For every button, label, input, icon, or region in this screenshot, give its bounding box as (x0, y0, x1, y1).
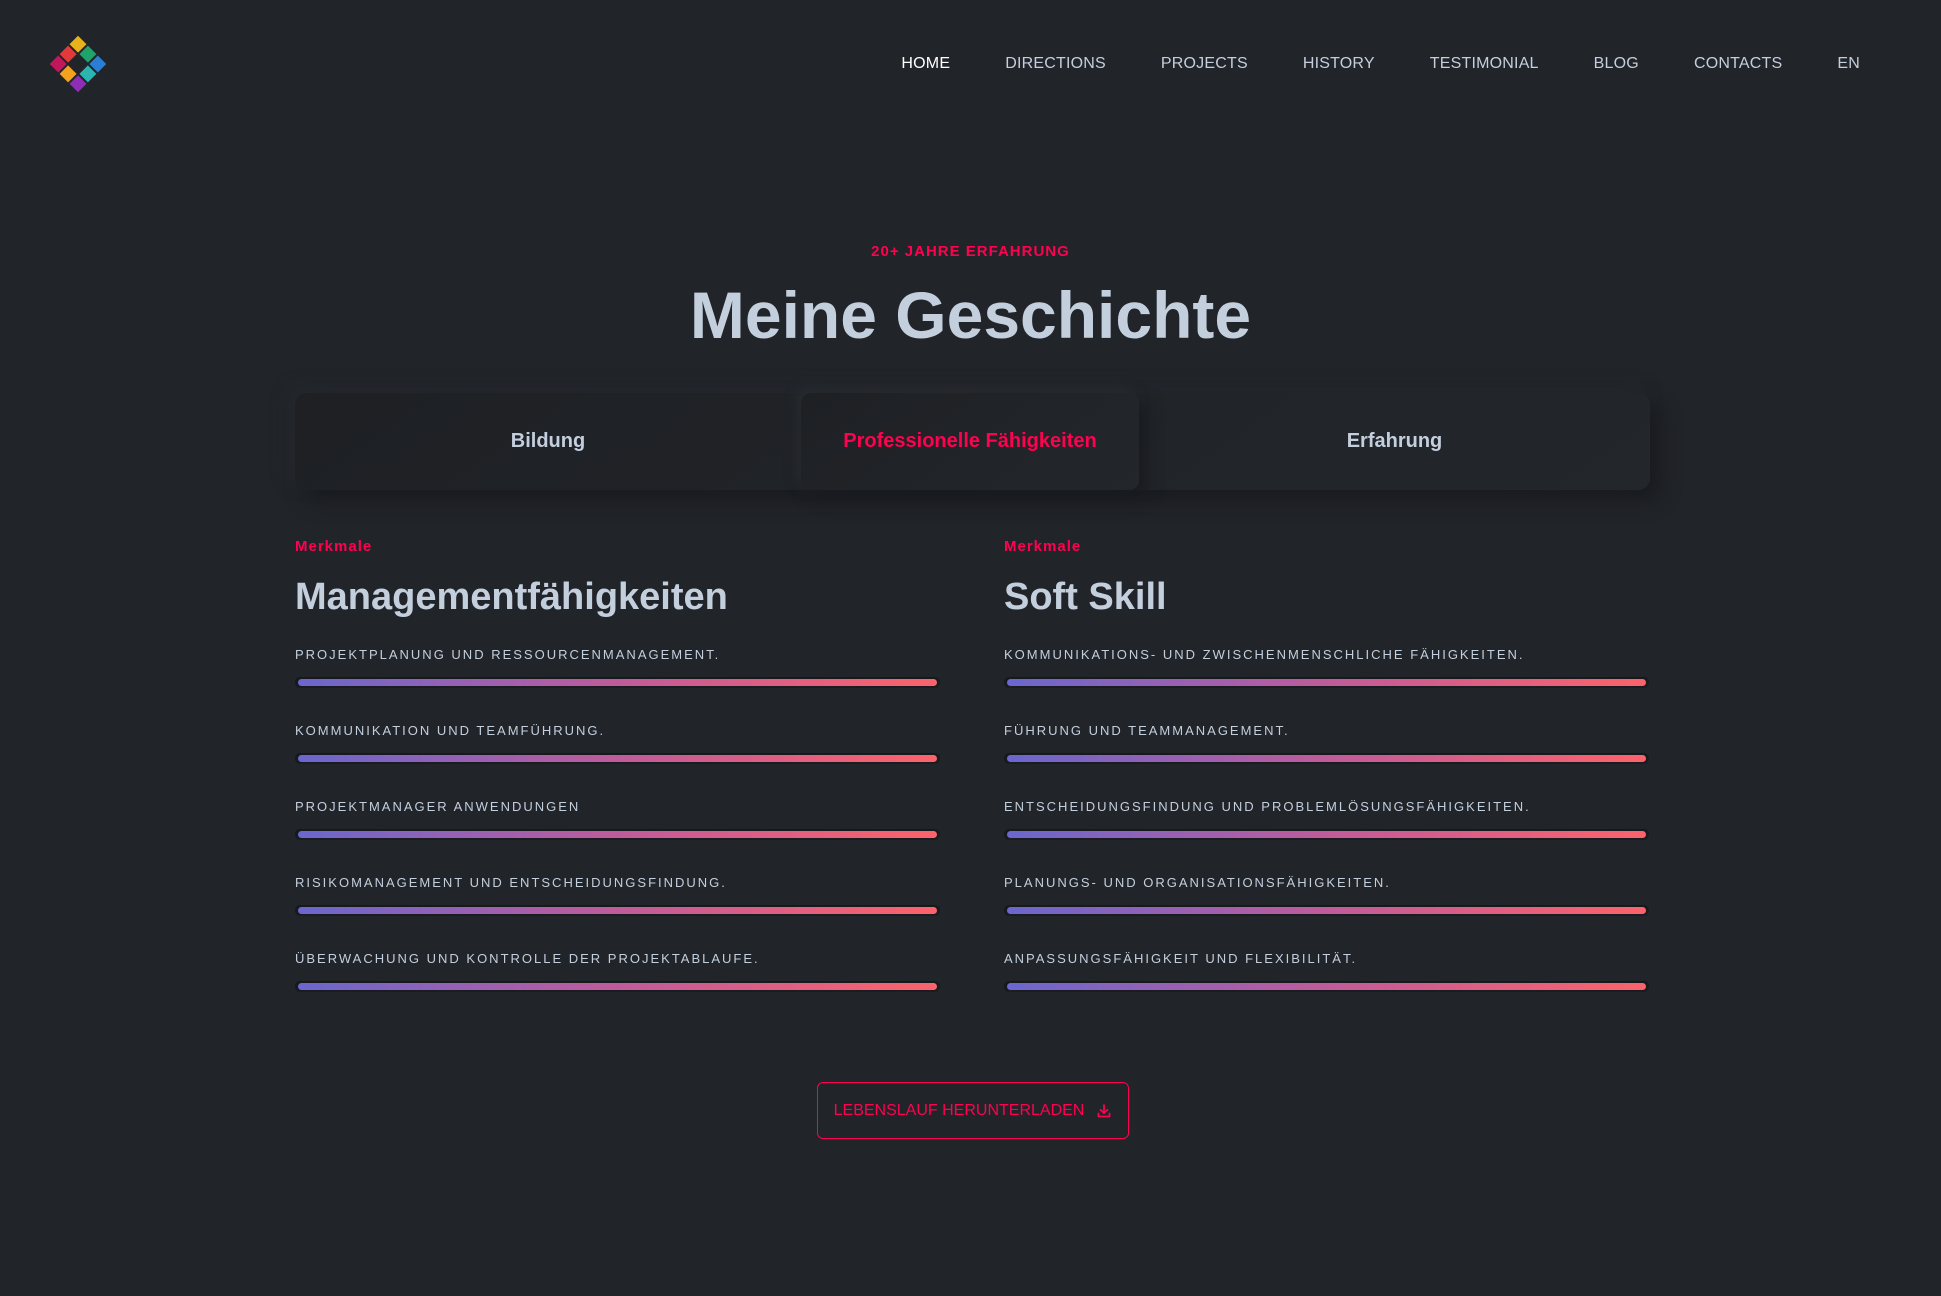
progress-bar (298, 831, 937, 838)
progress-track (1004, 753, 1649, 764)
nav-directions[interactable]: DIRECTIONS (1005, 52, 1106, 76)
column-title: Soft Skill (1004, 576, 1167, 618)
skill-label: RISIKOMANAGEMENT UND ENTSCHEIDUNGSFINDUN… (295, 875, 727, 890)
progress-track (1004, 829, 1649, 840)
progress-track (295, 829, 940, 840)
main-nav: HOME DIRECTIONS PROJECTS HISTORY TESTIMO… (901, 52, 1860, 76)
skill-label: PROJEKTMANAGER ANWENDUNGEN (295, 799, 581, 814)
skill-list: PROJEKTPLANUNG UND RESSOURCENMANAGEMENT.… (295, 647, 940, 1027)
tab-professionelle-faehigkeiten[interactable]: Professionelle Fähigkeiten (801, 393, 1139, 490)
skill-label: ENTSCHEIDUNGSFINDUNG UND PROBLEMLÖSUNGSF… (1004, 799, 1531, 814)
progress-bar (1007, 907, 1646, 914)
skill-item: PROJEKTPLANUNG UND RESSOURCENMANAGEMENT. (295, 647, 940, 723)
progress-track (1004, 677, 1649, 688)
progress-bar (298, 907, 937, 914)
skill-item: KOMMUNIKATION UND TEAMFÜHRUNG. (295, 723, 940, 799)
history-tabs: Bildung Professionelle Fähigkeiten Erfah… (295, 393, 1650, 490)
skill-label: PROJEKTPLANUNG UND RESSOURCENMANAGEMENT. (295, 647, 721, 662)
download-icon (1096, 1103, 1112, 1119)
site-header: HOME DIRECTIONS PROJECTS HISTORY TESTIMO… (0, 0, 1941, 128)
skill-item: PROJEKTMANAGER ANWENDUNGEN (295, 799, 940, 875)
progress-bar (298, 679, 937, 686)
progress-bar (298, 755, 937, 762)
tab-erfahrung[interactable]: Erfahrung (1139, 393, 1650, 490)
progress-track (295, 677, 940, 688)
skill-label: FÜHRUNG UND TEAMMANAGEMENT. (1004, 723, 1290, 738)
skill-item: ÜBERWACHUNG UND KONTROLLE DER PROJEKTABL… (295, 951, 940, 1027)
progress-bar (1007, 679, 1646, 686)
skill-label: PLANUNGS- UND ORGANISATIONSFÄHIGKEITEN. (1004, 875, 1391, 890)
nav-contacts[interactable]: CONTACTS (1694, 52, 1782, 76)
management-skills-column: Merkmale Managementfähigkeiten PROJEKTPL… (295, 535, 940, 1027)
skill-item: ANPASSUNGSFÄHIGKEIT UND FLEXIBILITÄT. (1004, 951, 1649, 1027)
progress-bar (1007, 755, 1646, 762)
skill-item: ENTSCHEIDUNGSFINDUNG UND PROBLEMLÖSUNGSF… (1004, 799, 1649, 875)
skill-list: KOMMUNIKATIONS- UND ZWISCHENMENSCHLICHE … (1004, 647, 1649, 1027)
section-title: Meine Geschichte (689, 278, 1252, 352)
column-title: Managementfähigkeiten (295, 576, 728, 618)
download-cv-button[interactable]: LEBENSLAUF HERUNTERLADEN (817, 1082, 1129, 1139)
download-cv-label: LEBENSLAUF HERUNTERLADEN (833, 1101, 1085, 1119)
language-switch[interactable]: EN (1837, 52, 1860, 76)
soft-skills-column: Merkmale Soft Skill KOMMUNIKATIONS- UND … (1004, 535, 1649, 1027)
progress-bar (298, 983, 937, 990)
skill-label: ÜBERWACHUNG UND KONTROLLE DER PROJEKTABL… (295, 951, 760, 966)
nav-blog[interactable]: BLOG (1594, 52, 1639, 76)
skill-label: KOMMUNIKATIONS- UND ZWISCHENMENSCHLICHE … (1004, 647, 1525, 662)
progress-track (295, 981, 940, 992)
skill-label: KOMMUNIKATION UND TEAMFÜHRUNG. (295, 723, 606, 738)
nav-projects[interactable]: PROJECTS (1161, 52, 1248, 76)
progress-bar (1007, 983, 1646, 990)
nav-testimonial[interactable]: TESTIMONIAL (1430, 52, 1539, 76)
progress-track (295, 753, 940, 764)
column-subtitle: Merkmale (1004, 538, 1082, 555)
section-eyebrow: 20+ JAHRE ERFAHRUNG (871, 243, 1070, 260)
skill-item: KOMMUNIKATIONS- UND ZWISCHENMENSCHLICHE … (1004, 647, 1649, 723)
logo-icon[interactable] (49, 34, 107, 94)
skill-item: RISIKOMANAGEMENT UND ENTSCHEIDUNGSFINDUN… (295, 875, 940, 951)
column-subtitle: Merkmale (295, 538, 373, 555)
nav-history[interactable]: HISTORY (1303, 52, 1375, 76)
progress-bar (1007, 831, 1646, 838)
tab-bildung[interactable]: Bildung (295, 393, 801, 490)
progress-track (295, 905, 940, 916)
nav-home[interactable]: HOME (901, 52, 950, 76)
skill-item: PLANUNGS- UND ORGANISATIONSFÄHIGKEITEN. (1004, 875, 1649, 951)
progress-track (1004, 905, 1649, 916)
progress-track (1004, 981, 1649, 992)
skill-item: FÜHRUNG UND TEAMMANAGEMENT. (1004, 723, 1649, 799)
skill-label: ANPASSUNGSFÄHIGKEIT UND FLEXIBILITÄT. (1004, 951, 1358, 966)
